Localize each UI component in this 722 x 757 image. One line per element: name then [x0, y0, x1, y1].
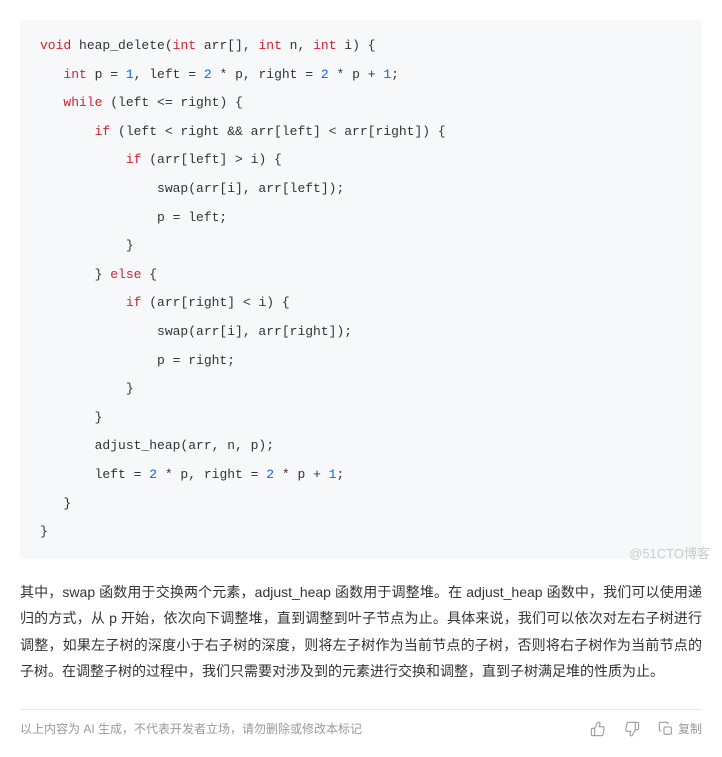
thumbs-up-button[interactable] — [590, 721, 606, 737]
copy-icon — [658, 721, 674, 737]
footer-bar: 以上内容为 AI 生成，不代表开发者立场，请勿删除或修改本标记 复制 — [20, 709, 702, 737]
copy-label: 复制 — [678, 720, 702, 737]
copy-button[interactable]: 复制 — [658, 720, 702, 737]
ai-disclaimer: 以上内容为 AI 生成，不代表开发者立场，请勿删除或修改本标记 — [20, 720, 362, 737]
explanation-paragraph: 其中，swap 函数用于交换两个元素，adjust_heap 函数用于调整堆。在… — [20, 579, 702, 685]
thumbs-down-icon — [624, 721, 640, 737]
code-block: void heap_delete(int arr[], int n, int i… — [20, 20, 702, 559]
thumbs-up-icon — [590, 721, 606, 737]
thumbs-down-button[interactable] — [624, 721, 640, 737]
